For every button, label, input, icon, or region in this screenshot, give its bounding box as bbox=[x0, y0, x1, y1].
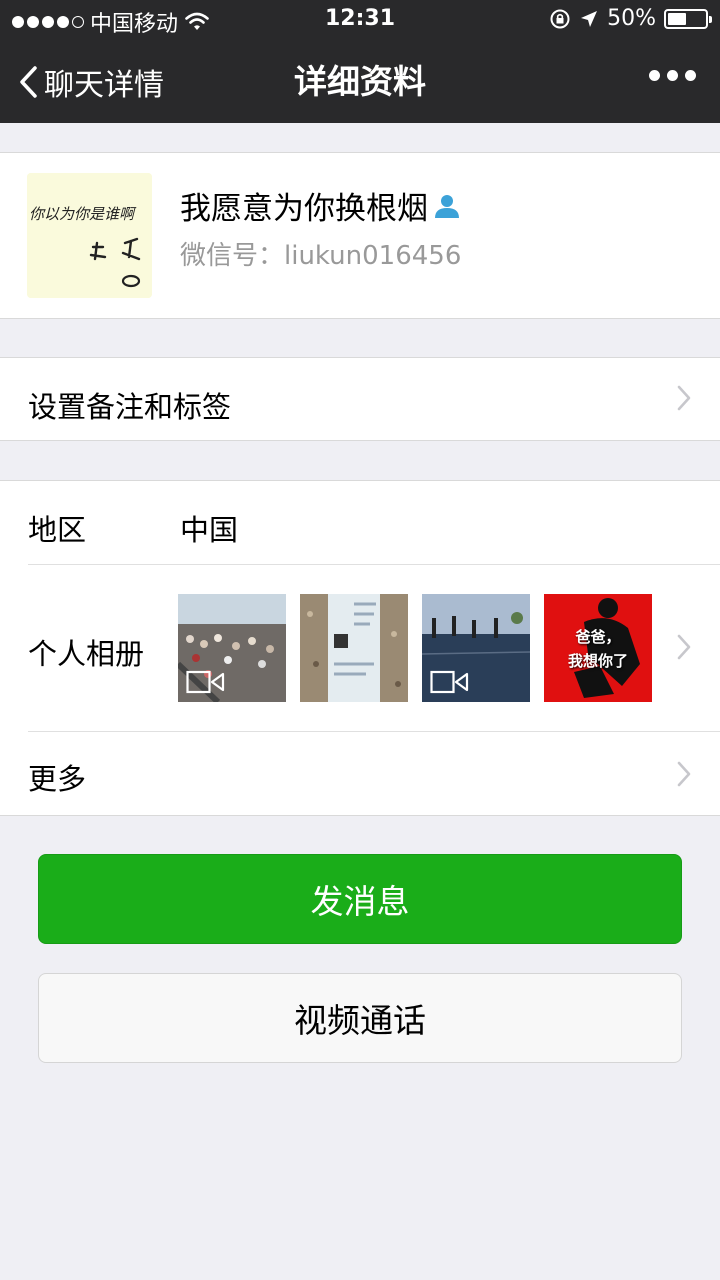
thumbnail-caption-line2: 我想你了 bbox=[567, 652, 628, 670]
thumbnail-caption-line1: 爸爸， bbox=[575, 628, 621, 646]
chevron-right-icon bbox=[677, 385, 691, 411]
profile-card: 你以为你是谁啊 我愿意为你换根烟 微信号：liukun016456 bbox=[0, 152, 720, 319]
info-group: 地区 中国 个人相册 爸爸， 我想你了 更多 bbox=[0, 480, 720, 816]
male-user-icon bbox=[435, 194, 459, 218]
more-options-button[interactable] bbox=[649, 70, 696, 81]
avatar[interactable]: 你以为你是谁啊 bbox=[27, 173, 152, 298]
dot-icon bbox=[685, 70, 696, 81]
video-icon bbox=[186, 670, 225, 694]
album-thumbnail[interactable] bbox=[178, 594, 286, 702]
location-arrow-icon bbox=[581, 10, 598, 27]
battery-icon bbox=[664, 8, 712, 29]
profile-name-text: 我愿意为你换根烟 bbox=[180, 191, 428, 227]
album-thumbnail[interactable] bbox=[422, 594, 530, 702]
battery-level bbox=[668, 12, 686, 25]
chevron-right-icon bbox=[677, 761, 691, 787]
dot-icon bbox=[649, 70, 660, 81]
send-message-button[interactable]: 发消息 bbox=[38, 854, 682, 944]
wechat-id: 微信号：liukun016456 bbox=[180, 241, 462, 271]
album-thumbnail[interactable]: 爸爸， 我想你了 bbox=[544, 594, 652, 702]
status-bar: 中国移动 12:31 50% bbox=[0, 0, 720, 40]
avatar-image: 你以为你是谁啊 bbox=[27, 173, 152, 298]
chevron-right-icon bbox=[677, 634, 691, 660]
navigation-bar: 聊天详情 详细资料 bbox=[0, 40, 720, 123]
set-remark-row[interactable]: 设置备注和标签 bbox=[0, 357, 720, 441]
avatar-text: 你以为你是谁啊 bbox=[29, 205, 137, 223]
profile-name: 我愿意为你换根烟 bbox=[180, 183, 462, 228]
region-label: 地区 bbox=[28, 513, 87, 547]
album-label: 个人相册 bbox=[28, 637, 145, 671]
region-value: 中国 bbox=[180, 513, 239, 547]
album-thumbnail[interactable] bbox=[300, 594, 408, 702]
region-row: 地区 中国 bbox=[0, 481, 720, 564]
rotation-lock-icon bbox=[550, 9, 570, 28]
dot-icon bbox=[667, 70, 678, 81]
more-row[interactable]: 更多 bbox=[0, 732, 720, 815]
video-icon bbox=[430, 670, 469, 694]
remark-label: 设置备注和标签 bbox=[28, 390, 232, 424]
battery-percent: 50% bbox=[607, 6, 656, 31]
album-thumbnails: 爸爸， 我想你了 bbox=[178, 594, 652, 702]
album-row[interactable]: 个人相册 爸爸， 我想你了 bbox=[0, 565, 720, 731]
more-label: 更多 bbox=[28, 762, 87, 796]
video-call-button[interactable]: 视频通话 bbox=[38, 973, 682, 1063]
page-title: 详细资料 bbox=[294, 62, 426, 101]
